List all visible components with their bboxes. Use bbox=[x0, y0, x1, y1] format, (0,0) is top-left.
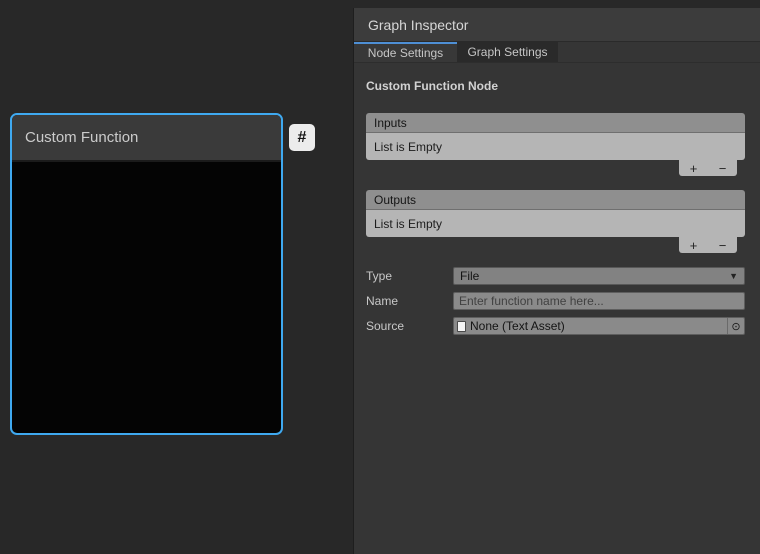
inputs-remove-button[interactable]: − bbox=[708, 160, 737, 176]
node-body bbox=[12, 162, 281, 480]
type-dropdown-value: File bbox=[460, 269, 479, 283]
inspector-title: Graph Inspector bbox=[368, 17, 468, 33]
name-input[interactable] bbox=[453, 292, 745, 310]
section-title: Custom Function Node bbox=[366, 79, 745, 93]
tab-node-settings[interactable]: Node Settings bbox=[354, 42, 457, 62]
inputs-list-footer: + − bbox=[679, 160, 737, 176]
outputs-list-empty-row: List is Empty bbox=[366, 210, 745, 237]
inputs-list-empty-row: List is Empty bbox=[366, 133, 745, 160]
outputs-list-header: Outputs bbox=[366, 190, 745, 210]
tab-node-settings-label: Node Settings bbox=[368, 46, 443, 60]
outputs-add-button[interactable]: + bbox=[679, 237, 708, 253]
inputs-empty-label: List is Empty bbox=[374, 140, 442, 154]
outputs-list-footer: + − bbox=[679, 237, 737, 253]
tab-graph-settings[interactable]: Graph Settings bbox=[457, 42, 558, 62]
object-picker-icon[interactable]: ⊙ bbox=[727, 318, 744, 334]
custom-function-node[interactable]: Custom Function bbox=[10, 113, 283, 435]
outputs-empty-label: List is Empty bbox=[374, 217, 442, 231]
name-row: Name bbox=[366, 292, 745, 310]
chevron-down-icon: ▼ bbox=[729, 271, 738, 281]
text-asset-icon bbox=[457, 321, 466, 332]
source-object-value: None (Text Asset) bbox=[470, 319, 565, 333]
type-label: Type bbox=[366, 269, 453, 283]
inputs-list-header: Inputs bbox=[366, 113, 745, 133]
graph-inspector-panel: Graph Inspector Node Settings Graph Sett… bbox=[353, 8, 760, 554]
type-dropdown[interactable]: File ▼ bbox=[453, 267, 745, 285]
outputs-list: Outputs List is Empty + − bbox=[366, 190, 745, 253]
tab-graph-settings-label: Graph Settings bbox=[467, 45, 547, 59]
hash-badge-icon[interactable]: # bbox=[289, 124, 315, 151]
hash-badge-label: # bbox=[298, 129, 307, 147]
inspector-content: Custom Function Node Inputs List is Empt… bbox=[354, 63, 760, 335]
node-title: Custom Function bbox=[25, 129, 138, 146]
inspector-tab-bar: Node Settings Graph Settings bbox=[354, 42, 760, 63]
outputs-remove-button[interactable]: − bbox=[708, 237, 737, 253]
outputs-list-header-label: Outputs bbox=[374, 193, 416, 207]
inputs-list: Inputs List is Empty + − bbox=[366, 113, 745, 176]
inspector-header[interactable]: Graph Inspector bbox=[354, 8, 760, 42]
source-object-field[interactable]: None (Text Asset) ⊙ bbox=[453, 317, 745, 335]
source-row: Source None (Text Asset) ⊙ bbox=[366, 317, 745, 335]
inputs-add-button[interactable]: + bbox=[679, 160, 708, 176]
name-label: Name bbox=[366, 294, 453, 308]
name-field-wrap bbox=[453, 292, 745, 310]
type-row: Type File ▼ bbox=[366, 267, 745, 285]
source-label: Source bbox=[366, 319, 453, 333]
inputs-list-header-label: Inputs bbox=[374, 116, 407, 130]
graph-canvas[interactable]: Custom Function # Graph Inspector Node S… bbox=[0, 0, 760, 554]
node-title-bar[interactable]: Custom Function bbox=[12, 115, 281, 162]
